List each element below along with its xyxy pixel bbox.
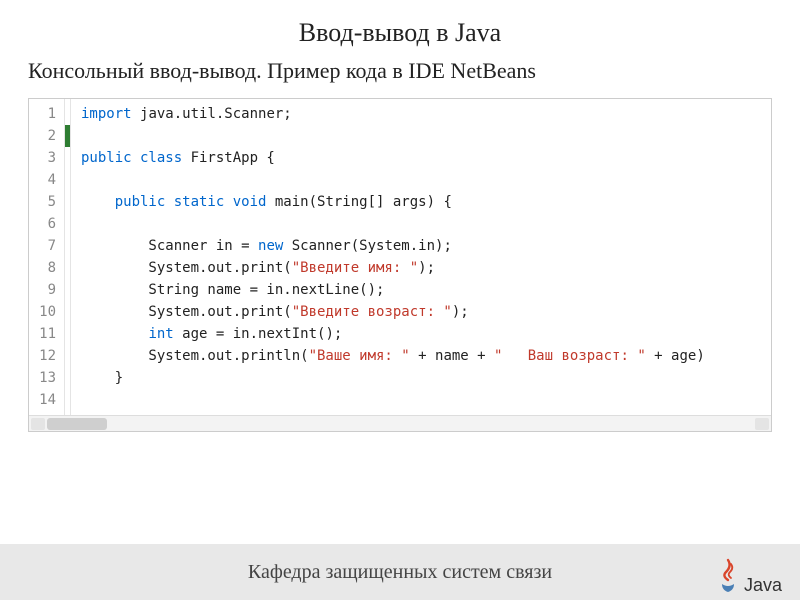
slide-subtitle: Консольный ввод-вывод. Пример кода в IDE… xyxy=(28,58,772,84)
code-line xyxy=(81,389,771,411)
code-line xyxy=(81,213,771,235)
code-line: } xyxy=(81,367,771,389)
code-line: public static void main(String[] args) { xyxy=(81,191,771,213)
java-cup-icon xyxy=(716,556,740,596)
footer-bar: Кафедра защищенных систем связи Java xyxy=(0,544,800,600)
line-number: 4 xyxy=(29,169,64,191)
line-number: 10 xyxy=(29,301,64,323)
margin-marker xyxy=(65,367,70,389)
line-number: 13 xyxy=(29,367,64,389)
margin-marker xyxy=(65,389,70,411)
scroll-left-arrow-icon[interactable] xyxy=(31,418,45,430)
code-line: System.out.println("Ваше имя: " + name +… xyxy=(81,345,771,367)
footer-text: Кафедра защищенных систем связи xyxy=(248,561,552,584)
code-line xyxy=(81,125,771,147)
line-number: 5 xyxy=(29,191,64,213)
margin-marker xyxy=(65,323,70,345)
code-line xyxy=(81,169,771,191)
line-number: 8 xyxy=(29,257,64,279)
code-editor: 1234567891011121314 import java.util.Sca… xyxy=(28,98,772,432)
margin-marker xyxy=(65,257,70,279)
code-line: System.out.print("Введите возраст: "); xyxy=(81,301,771,323)
code-line: String name = in.nextLine(); xyxy=(81,279,771,301)
line-number: 11 xyxy=(29,323,64,345)
horizontal-scrollbar[interactable] xyxy=(29,415,771,431)
line-number-gutter: 1234567891011121314 xyxy=(29,99,65,415)
margin-marker xyxy=(65,103,70,125)
margin-marker xyxy=(65,191,70,213)
line-number: 2 xyxy=(29,125,64,147)
margin-marker xyxy=(65,235,70,257)
code-line: public class FirstApp { xyxy=(81,147,771,169)
scrollbar-thumb[interactable] xyxy=(47,418,107,430)
margin-marker xyxy=(65,169,70,191)
line-number: 12 xyxy=(29,345,64,367)
java-logo: Java xyxy=(716,556,782,596)
margin-marker xyxy=(65,213,70,235)
line-number: 3 xyxy=(29,147,64,169)
code-line: int age = in.nextInt(); xyxy=(81,323,771,345)
margin-marker xyxy=(65,125,70,147)
line-number: 14 xyxy=(29,389,64,411)
margin-marker xyxy=(65,301,70,323)
code-line: import java.util.Scanner; xyxy=(81,103,771,125)
code-content: import java.util.Scanner; public class Fi… xyxy=(71,99,771,415)
scroll-right-arrow-icon[interactable] xyxy=(755,418,769,430)
slide: Ввод-вывод в Java Консольный ввод-вывод.… xyxy=(0,0,800,600)
line-number: 7 xyxy=(29,235,64,257)
code-line: Scanner in = new Scanner(System.in); xyxy=(81,235,771,257)
margin-marker xyxy=(65,345,70,367)
line-number: 6 xyxy=(29,213,64,235)
java-logo-text: Java xyxy=(744,575,782,596)
margin-marker xyxy=(65,147,70,169)
line-number: 9 xyxy=(29,279,64,301)
slide-title: Ввод-вывод в Java xyxy=(28,18,772,48)
line-number: 1 xyxy=(29,103,64,125)
code-line: System.out.print("Введите имя: "); xyxy=(81,257,771,279)
margin-marker xyxy=(65,279,70,301)
